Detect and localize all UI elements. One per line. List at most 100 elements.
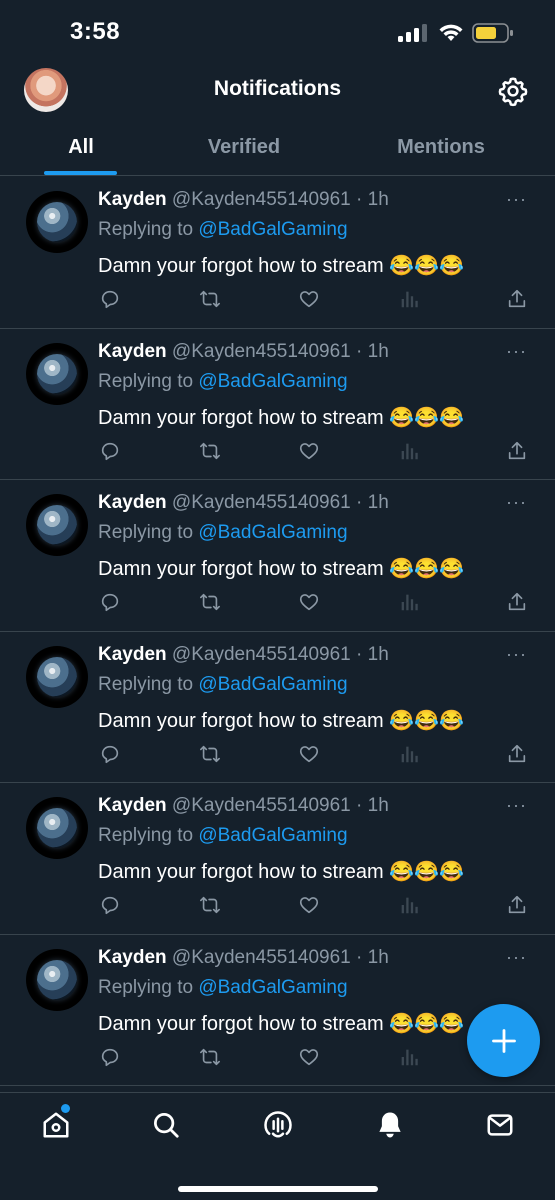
tweet-header: Kayden @Kayden455140961 · 1h [98,341,389,363]
compose-button[interactable] [467,1004,540,1077]
tab-all[interactable]: All [40,118,122,176]
bottom-nav [0,1092,555,1200]
views-icon[interactable] [397,742,421,766]
retweet-icon[interactable] [198,893,222,917]
display-name[interactable]: Kayden [98,341,167,362]
tab-verified[interactable]: Verified [184,118,304,176]
more-options-icon[interactable]: ··· [506,644,527,665]
mention-link[interactable]: @BadGalGaming [198,674,347,695]
separator-dot: · [356,795,363,816]
tab-bar: All Verified Mentions [0,118,555,176]
tweet-time: 1h [367,946,389,968]
retweet-icon[interactable] [198,1045,222,1069]
retweet-icon[interactable] [198,742,222,766]
share-icon[interactable] [505,893,529,917]
tweet-actions [98,1045,528,1071]
reply-icon[interactable] [98,590,122,614]
more-options-icon[interactable]: ··· [506,947,527,968]
tweet-time: 1h [367,492,389,513]
user-handle: @Kayden455140961 [171,946,351,968]
status-time: 3:58 [70,18,121,45]
tweet-row[interactable]: Kayden @Kayden455140961 · 1h ··· Replyin… [0,329,555,480]
spaces-icon[interactable] [262,1109,294,1141]
replying-to-label: Replying to [98,825,194,846]
views-icon[interactable] [397,439,421,463]
plus-icon [491,1028,516,1053]
reply-icon[interactable] [98,287,122,311]
retweet-icon[interactable] [198,439,222,463]
more-options-icon[interactable]: ··· [506,492,527,513]
mention-link[interactable]: @BadGalGaming [198,977,347,998]
separator-dot: · [356,340,363,362]
reply-icon[interactable] [98,742,122,766]
replying-to-label: Replying to [98,976,194,998]
separator-dot: · [356,946,363,968]
more-options-icon[interactable]: ··· [506,341,527,362]
user-avatar[interactable] [26,797,88,859]
tweet-row[interactable]: Kayden @Kayden455140961 · 1h ··· Replyin… [0,632,555,783]
tweet-row[interactable]: Kayden @Kayden455140961 · 1h ··· Replyin… [0,177,555,329]
replying-to: Replying to @BadGalGaming [98,674,348,696]
earth-icon [37,202,77,242]
tweet-header: Kayden @Kayden455140961 · 1h [98,189,389,211]
replying-to: Replying to @BadGalGaming [98,825,348,847]
search-icon[interactable] [150,1109,182,1141]
share-icon[interactable] [505,742,529,766]
tweet-row[interactable]: Kayden @Kayden455140961 · 1h ··· Replyin… [0,783,555,935]
like-icon[interactable] [297,287,321,311]
earth-icon [37,505,77,545]
display-name[interactable]: Kayden [98,947,167,968]
share-icon[interactable] [505,590,529,614]
views-icon[interactable] [397,893,421,917]
like-icon[interactable] [297,1045,321,1069]
user-handle: @Kayden455140961 [171,795,351,816]
share-icon[interactable] [505,287,529,311]
views-icon[interactable] [397,287,421,311]
replying-to-label: Replying to [98,673,194,695]
display-name[interactable]: Kayden [98,189,167,210]
tweet-header: Kayden @Kayden455140961 · 1h [98,492,389,514]
tweet-text: Damn your forgot how to stream 😂😂😂 [98,558,464,580]
mention-link[interactable]: @BadGalGaming [198,825,347,846]
mention-link[interactable]: @BadGalGaming [198,219,347,240]
tweet-text: Damn your forgot how to stream 😂😂😂 [98,255,464,277]
more-options-icon[interactable]: ··· [506,795,527,816]
replying-to-label: Replying to [98,370,194,392]
tab-mentions[interactable]: Mentions [376,118,506,176]
reply-icon[interactable] [98,1045,122,1069]
replying-to-label: Replying to [98,219,194,240]
more-options-icon[interactable]: ··· [506,189,527,210]
replying-to-label: Replying to [98,522,194,543]
tweet-actions [98,439,528,465]
home-icon[interactable] [40,1109,72,1141]
mention-link[interactable]: @BadGalGaming [198,371,347,392]
reply-icon[interactable] [98,893,122,917]
home-indicator[interactable] [178,1186,378,1192]
tweet-row[interactable]: Kayden @Kayden455140961 · 1h ··· Replyin… [0,480,555,632]
display-name[interactable]: Kayden [98,795,167,816]
user-avatar[interactable] [26,948,88,1011]
tweet-row[interactable]: Kayden @Kayden455140961 · 1h ··· Replyin… [0,935,555,1086]
tweet-header: Kayden @Kayden455140961 · 1h [98,644,389,666]
retweet-icon[interactable] [198,590,222,614]
notifications-icon[interactable] [374,1109,406,1141]
messages-icon[interactable] [484,1109,516,1141]
user-avatar[interactable] [26,645,88,708]
like-icon[interactable] [297,439,321,463]
user-avatar[interactable] [26,191,88,253]
like-icon[interactable] [297,742,321,766]
reply-icon[interactable] [98,439,122,463]
like-icon[interactable] [297,893,321,917]
user-avatar[interactable] [26,494,88,556]
mention-link[interactable]: @BadGalGaming [198,522,347,543]
retweet-icon[interactable] [198,287,222,311]
display-name[interactable]: Kayden [98,644,167,665]
like-icon[interactable] [297,590,321,614]
share-icon[interactable] [505,439,529,463]
views-icon[interactable] [397,1045,421,1069]
tweet-header: Kayden @Kayden455140961 · 1h [98,947,389,969]
display-name[interactable]: Kayden [98,492,167,513]
views-icon[interactable] [397,590,421,614]
gear-icon[interactable] [497,75,529,107]
user-avatar[interactable] [26,342,88,405]
